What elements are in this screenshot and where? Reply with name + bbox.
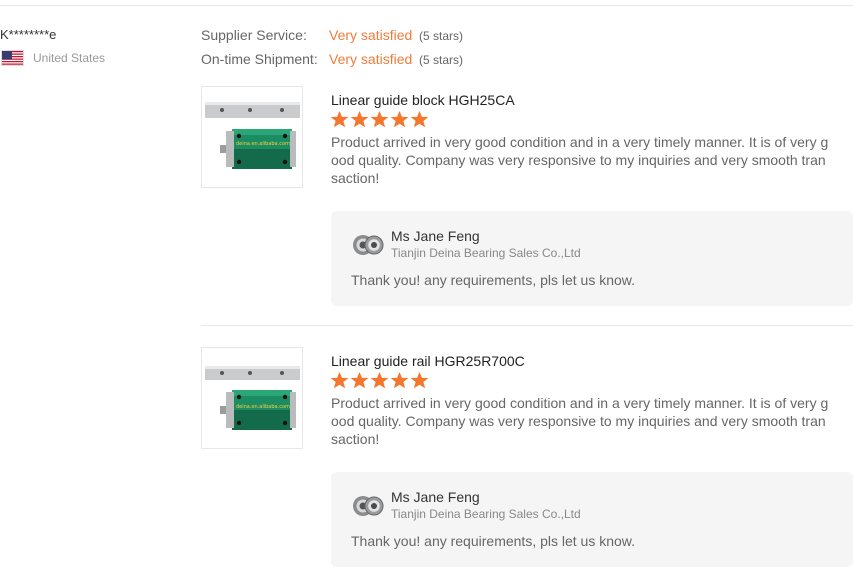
reply-text: Thank you! any requirements, pls let us … [351,272,636,288]
product-image[interactable]: deina.en.alibaba.com [201,347,303,449]
rating-stars-supplier-service: (5 stars) [419,29,464,43]
star-rating [330,371,429,390]
top-divider [0,5,853,6]
star-icon [370,110,389,128]
reply-company: Tianjin Deina Bearing Sales Co.,Ltd [391,246,581,260]
reply-company: Tianjin Deina Bearing Sales Co.,Ltd [391,507,581,521]
star-icon [330,371,349,389]
star-icon [390,110,409,128]
star-icon [330,110,349,128]
buyer-country: United States [33,51,106,65]
review-divider [201,325,853,326]
product-image-watermark: deina.en.alibaba.com [236,141,290,147]
product-title[interactable]: Linear guide block HGH25CA [331,92,515,108]
star-rating [330,110,429,129]
reply-author-name: Ms Jane Feng [391,228,480,244]
review-text: Product arrived in very good condition a… [331,395,829,447]
rating-label-supplier-service: Supplier Service: [201,27,307,43]
rating-stars-on-time-shipment: (5 stars) [419,53,464,67]
star-icon [410,110,429,128]
rating-label-on-time-shipment: On-time Shipment: [201,51,318,67]
star-icon [350,371,369,389]
supplier-reply: Ms Jane Feng Tianjin Deina Bearing Sales… [331,472,853,567]
star-icon [350,110,369,128]
reply-author-name: Ms Jane Feng [391,489,480,505]
star-icon [390,371,409,389]
reply-text: Thank you! any requirements, pls let us … [351,533,636,549]
review-item: deina.en.alibaba.com Linear guide rail H… [201,347,853,576]
rating-value-supplier-service: Very satisfied [329,27,413,43]
star-icon [410,371,429,389]
supplier-reply: Ms Jane Feng Tianjin Deina Bearing Sales… [331,211,853,306]
product-image-watermark: deina.en.alibaba.com [236,404,290,410]
buyer-name: K********e [0,27,57,42]
rating-value-on-time-shipment: Very satisfied [329,51,413,67]
review-item: deina.en.alibaba.com Linear guide block … [201,86,853,306]
product-title[interactable]: Linear guide rail HGR25R700C [331,353,525,369]
review-text: Product arrived in very good condition a… [331,134,829,186]
star-icon [370,371,389,389]
bearing-avatar-icon [353,235,384,255]
product-image[interactable]: deina.en.alibaba.com [201,86,303,188]
bearing-avatar-icon [353,496,384,516]
us-flag-icon [1,50,24,66]
